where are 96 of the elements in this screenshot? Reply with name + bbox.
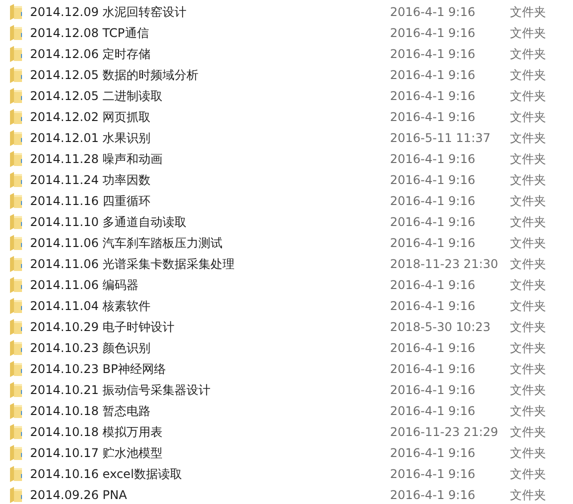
modified-date: 2016-4-1 9:16 <box>390 172 476 188</box>
folder-name[interactable]: 2014.10.21 振动信号采集器设计 <box>30 380 390 398</box>
folder-icon <box>9 150 23 166</box>
folder-name[interactable]: 2014.12.06 定时存储 <box>30 44 390 62</box>
folder-icon <box>9 486 23 502</box>
folder-name[interactable]: 2014.11.10 多通道自动读取 <box>30 212 390 230</box>
file-type: 文件夹 <box>510 340 546 356</box>
folder-name[interactable]: 2014.10.18 暂态电路 <box>30 402 390 420</box>
file-type: 文件夹 <box>510 256 546 272</box>
file-type: 文件夹 <box>510 108 546 126</box>
folder-name[interactable]: 2014.10.17 贮水池模型 <box>30 444 390 462</box>
file-type: 文件夹 <box>510 276 546 294</box>
folder-name[interactable]: 2014.10.16 excel数据读取 <box>30 464 390 482</box>
folder-name[interactable]: 2014.11.28 噪声和动画 <box>30 150 390 168</box>
modified-date: 2016-4-1 9:16 <box>390 108 476 126</box>
folder-name[interactable]: 2014.12.09 水泥回转窑设计 <box>30 2 390 20</box>
modified-date: 2016-4-1 9:16 <box>390 150 476 168</box>
folder-name[interactable]: 2014.12.01 水果识别 <box>30 128 390 146</box>
folder-icon <box>9 24 23 40</box>
folder-icon <box>9 444 23 460</box>
folder-name[interactable]: 2014.12.08 TCP通信 <box>30 24 390 42</box>
folder-name[interactable]: 2014.11.06 光谱采集卡数据采集处理 <box>30 254 390 272</box>
modified-date: 2016-4-1 9:16 <box>390 276 476 294</box>
file-type: 文件夹 <box>510 150 546 168</box>
folder-icon <box>9 382 23 398</box>
modified-date: 2016-4-1 9:16 <box>390 444 476 462</box>
folder-icon <box>9 66 23 82</box>
file-type: 文件夹 <box>510 360 546 378</box>
folder-name[interactable]: 2014.10.23 颜色识别 <box>30 338 390 356</box>
file-type: 文件夹 <box>510 46 546 62</box>
folder-name[interactable]: 2014.11.24 功率因数 <box>30 170 390 188</box>
file-type: 文件夹 <box>510 402 546 420</box>
modified-date: 2016-4-1 9:16 <box>390 46 476 62</box>
folder-icon <box>9 340 23 356</box>
modified-date: 2018-11-23 21:30 <box>390 256 500 272</box>
modified-date: 2016-4-1 9:16 <box>390 382 476 398</box>
file-type: 文件夹 <box>510 486 546 504</box>
file-type: 文件夹 <box>510 444 546 462</box>
file-type: 文件夹 <box>510 466 546 482</box>
folder-icon <box>9 234 23 250</box>
modified-date: 2016-4-1 9:16 <box>390 298 476 314</box>
folder-icon <box>9 88 23 104</box>
file-type: 文件夹 <box>510 172 546 188</box>
folder-name[interactable]: 2014.10.23 BP神经网络 <box>30 360 390 378</box>
folder-icon <box>9 298 23 314</box>
folder-name[interactable]: 2014.09.26 PNA <box>30 486 390 504</box>
folder-name[interactable]: 2014.10.18 模拟万用表 <box>30 422 390 440</box>
modified-date: 2016-4-1 9:16 <box>390 340 476 356</box>
folder-name[interactable]: 2014.11.06 汽车刹车踏板压力测试 <box>30 234 390 252</box>
modified-date: 2016-4-1 9:16 <box>390 66 476 84</box>
file-type: 文件夹 <box>510 234 546 252</box>
folder-name[interactable]: 2014.12.05 数据的时频域分析 <box>30 66 390 84</box>
modified-date: 2016-4-1 9:16 <box>390 4 476 20</box>
modified-date: 2016-4-1 9:16 <box>390 402 476 420</box>
file-type: 文件夹 <box>510 66 546 84</box>
modified-date: 2016-11-23 21:29 <box>390 424 500 440</box>
file-type: 文件夹 <box>510 424 546 440</box>
folder-name[interactable]: 2014.11.04 核素软件 <box>30 296 390 314</box>
modified-date: 2016-4-1 9:16 <box>390 24 476 42</box>
file-type: 文件夹 <box>510 4 546 20</box>
modified-date: 2016-4-1 9:16 <box>390 192 476 210</box>
folder-icon <box>9 256 23 272</box>
modified-date: 2016-4-1 9:16 <box>390 234 476 252</box>
folder-icon <box>9 4 23 20</box>
folder-icon <box>9 424 23 440</box>
folder-icon <box>9 108 23 124</box>
modified-date: 2018-5-30 10:23 <box>390 318 492 336</box>
folder-name[interactable]: 2014.12.02 网页抓取 <box>30 108 390 126</box>
folder-icon <box>9 192 23 208</box>
modified-date: 2016-4-1 9:16 <box>390 214 476 230</box>
file-type: 文件夹 <box>510 192 546 210</box>
folder-name[interactable]: 2014.12.05 二进制读取 <box>30 86 390 104</box>
folder-icon <box>9 46 23 62</box>
folder-name[interactable]: 2014.11.16 四重循环 <box>30 192 390 210</box>
file-type: 文件夹 <box>510 318 546 336</box>
folder-icon <box>9 466 23 482</box>
folder-icon <box>9 360 23 376</box>
file-type: 文件夹 <box>510 24 546 42</box>
folder-icon <box>9 276 23 292</box>
folder-icon <box>9 214 23 230</box>
file-type: 文件夹 <box>510 214 546 230</box>
folder-name[interactable]: 2014.11.06 编码器 <box>30 276 390 294</box>
file-type: 文件夹 <box>510 88 546 104</box>
modified-date: 2016-4-1 9:16 <box>390 486 476 504</box>
file-type: 文件夹 <box>510 298 546 314</box>
file-type: 文件夹 <box>510 130 546 146</box>
folder-icon <box>9 318 23 334</box>
modified-date: 2016-5-11 11:37 <box>390 130 492 146</box>
modified-date: 2016-4-1 9:16 <box>390 466 476 482</box>
folder-icon <box>9 130 23 146</box>
modified-date: 2016-4-1 9:16 <box>390 88 476 104</box>
file-type: 文件夹 <box>510 382 546 398</box>
folder-icon <box>9 402 23 418</box>
folder-name[interactable]: 2014.10.29 电子时钟设计 <box>30 318 390 336</box>
folder-icon <box>9 172 23 188</box>
modified-date: 2016-4-1 9:16 <box>390 360 476 378</box>
